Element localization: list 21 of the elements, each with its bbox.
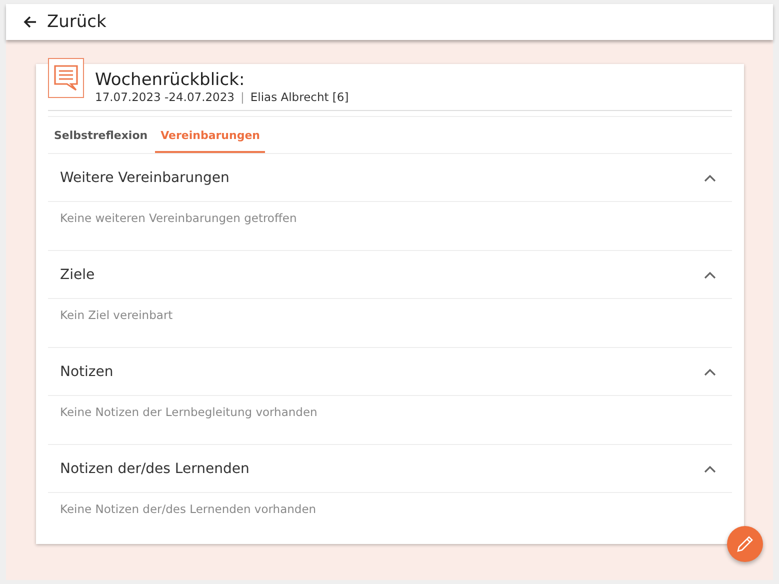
section-text: Keine Notizen der/des Lernenden vorhanden bbox=[59, 501, 318, 518]
section-text: Kein Ziel vereinbart bbox=[59, 307, 174, 324]
chevron-up-icon bbox=[704, 174, 716, 182]
pencil-icon bbox=[735, 534, 755, 554]
chevron-up-icon bbox=[704, 270, 716, 278]
section-header[interactable]: Weitere Vereinbarungen bbox=[48, 154, 732, 202]
review-title: Wochenrückblick: bbox=[95, 70, 246, 90]
tab[interactable]: Selbstreflexion bbox=[48, 123, 153, 153]
back-button[interactable]: Zurück bbox=[22, 12, 106, 32]
date-range: 17.07.2023 -24.07.2023 bbox=[95, 90, 234, 104]
edit-button[interactable] bbox=[727, 526, 763, 562]
separator: | bbox=[240, 90, 244, 104]
chevron-up-icon bbox=[704, 368, 716, 376]
section-text: Keine weiteren Vereinbarungen getroffen bbox=[59, 210, 298, 227]
section-header[interactable]: Notizen bbox=[48, 348, 732, 396]
back-arrow-icon bbox=[22, 14, 38, 30]
section-header[interactable]: Notizen der/des Lernenden bbox=[48, 445, 732, 493]
learner-name: Elias Albrecht [6] bbox=[250, 90, 349, 104]
chevron-up-icon bbox=[704, 464, 716, 472]
section-text: Keine Notizen der Lernbegleitung vorhanden bbox=[59, 404, 318, 421]
section-header[interactable]: Ziele bbox=[48, 251, 732, 299]
